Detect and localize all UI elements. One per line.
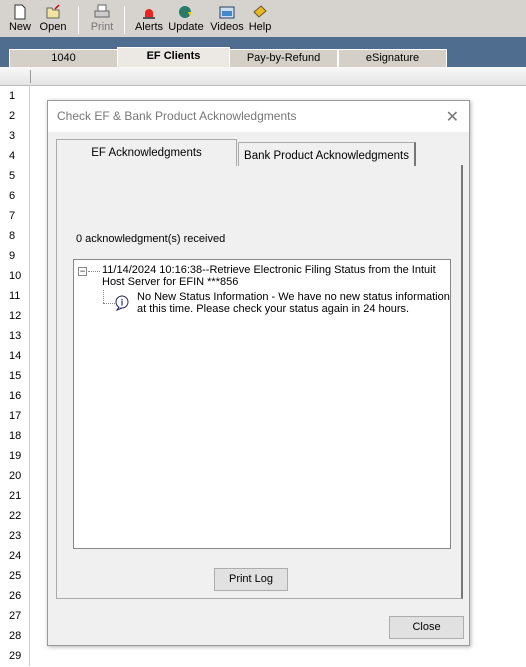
alerts-label: Alerts xyxy=(134,21,164,33)
help-book-icon xyxy=(253,5,267,18)
alerts-button[interactable]: Alerts xyxy=(134,4,164,33)
row-number[interactable]: 7 xyxy=(0,206,30,226)
open-label: Open xyxy=(39,21,67,33)
dialog-title: Check EF & Bank Product Acknowledgments xyxy=(48,101,469,132)
log-entry-message: No New Status Information - We have no n… xyxy=(137,291,450,315)
log-header-line: Host Server for EFIN ***856 xyxy=(102,276,239,288)
log-entry-header[interactable]: 11/14/2024 10:16:38--Retrieve Electronic… xyxy=(102,264,436,288)
tab-ef-acknowledgments[interactable]: EF Acknowledgments xyxy=(56,139,237,166)
videos-button[interactable]: Videos xyxy=(209,4,245,33)
close-icon[interactable]: ✕ xyxy=(446,107,459,127)
svg-text:i: i xyxy=(121,298,124,308)
row-number[interactable]: 4 xyxy=(0,146,30,166)
info-icon: i xyxy=(115,295,129,311)
row-number[interactable]: 28 xyxy=(0,626,30,646)
videos-label: Videos xyxy=(210,21,244,33)
tab-pay-by-refund[interactable]: Pay-by-Refund xyxy=(229,49,338,67)
row-number[interactable]: 1 xyxy=(0,86,30,106)
ack-log-tree[interactable]: − 11/14/2024 10:16:38--Retrieve Electron… xyxy=(73,259,451,549)
row-number[interactable]: 16 xyxy=(0,386,30,406)
row-number[interactable]: 21 xyxy=(0,486,30,506)
tab-bank-product-acknowledgments[interactable]: Bank Product Acknowledgments xyxy=(238,142,416,166)
update-button[interactable]: Update xyxy=(167,4,205,33)
row-number[interactable]: 20 xyxy=(0,466,30,486)
update-label: Update xyxy=(168,21,204,33)
help-label: Help xyxy=(248,21,272,33)
tab-1040[interactable]: 1040 xyxy=(9,49,118,67)
row-number[interactable]: 27 xyxy=(0,606,30,626)
row-number[interactable]: 29 xyxy=(0,646,30,666)
row-number[interactable]: 2 xyxy=(0,106,30,126)
row-number[interactable]: 24 xyxy=(0,546,30,566)
row-number[interactable]: 13 xyxy=(0,326,30,346)
open-button[interactable]: Open xyxy=(37,4,69,33)
formula-bar[interactable] xyxy=(0,67,526,86)
video-icon xyxy=(219,6,235,19)
row-number[interactable]: 19 xyxy=(0,446,30,466)
row-number[interactable]: 15 xyxy=(0,366,30,386)
row-number[interactable]: 23 xyxy=(0,526,30,546)
row-number[interactable]: 17 xyxy=(0,406,30,426)
row-number[interactable]: 8 xyxy=(0,226,30,246)
log-header-line: 11/14/2024 10:16:38--Retrieve Electronic… xyxy=(102,264,436,276)
row-number[interactable]: 12 xyxy=(0,306,30,326)
row-number[interactable]: 25 xyxy=(0,566,30,586)
row-number[interactable]: 3 xyxy=(0,126,30,146)
printer-icon xyxy=(94,4,110,18)
row-number[interactable]: 22 xyxy=(0,506,30,526)
update-globe-icon xyxy=(179,6,192,18)
row-number[interactable]: 5 xyxy=(0,166,30,186)
log-message-line: No New Status Information - We have no n… xyxy=(137,291,450,303)
new-document-icon xyxy=(14,4,26,20)
print-log-button[interactable]: Print Log xyxy=(214,568,288,591)
print-label: Print xyxy=(90,21,114,33)
toolbar: New Open Print Alerts Update Videos Help xyxy=(0,0,526,37)
close-button[interactable]: Close xyxy=(389,616,464,639)
row-numbers: 1 2 3 4 5 6 7 8 9 10 11 12 13 14 15 16 17 18 19 20 21 22 23 24 2… xyxy=(0,86,30,666)
new-button[interactable]: New xyxy=(6,4,34,33)
row-number[interactable]: 10 xyxy=(0,266,30,286)
collapse-icon[interactable]: − xyxy=(78,267,87,276)
alert-siren-icon xyxy=(143,9,155,19)
row-number[interactable]: 26 xyxy=(0,586,30,606)
row-number[interactable]: 11 xyxy=(0,286,30,306)
help-button[interactable]: Help xyxy=(248,4,272,33)
row-number[interactable]: 9 xyxy=(0,246,30,266)
open-folder-icon xyxy=(46,4,60,19)
print-button[interactable]: Print xyxy=(88,4,116,33)
check-ack-dialog: Check EF & Bank Product Acknowledgments … xyxy=(47,100,470,646)
tab-esignature[interactable]: eSignature xyxy=(338,49,447,67)
row-number[interactable]: 18 xyxy=(0,426,30,446)
tab-ef-clients[interactable]: EF Clients xyxy=(117,47,230,67)
log-message-line: at this time. Please check your status a… xyxy=(137,303,410,315)
row-number[interactable]: 14 xyxy=(0,346,30,366)
ack-count-label: 0 acknowledgment(s) received xyxy=(76,233,226,245)
new-label: New xyxy=(8,21,31,33)
row-number[interactable]: 6 xyxy=(0,186,30,206)
